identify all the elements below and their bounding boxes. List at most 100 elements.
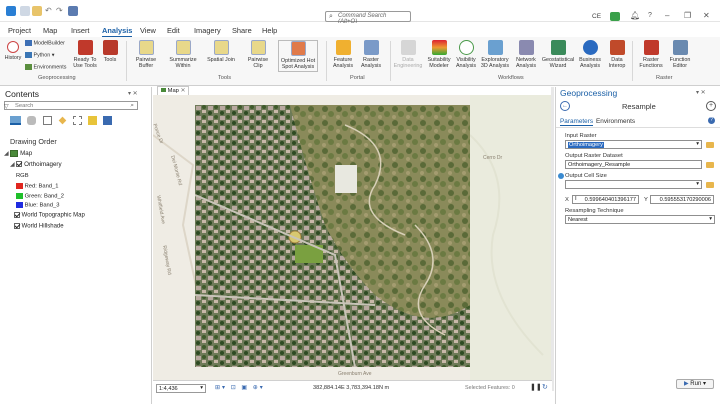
resampling-technique-dropdown[interactable]: Nearest ▾	[565, 215, 715, 224]
save-icon[interactable]	[68, 6, 78, 16]
layer-world-topographic-map[interactable]: World Topographic Map	[14, 212, 85, 219]
play-icon: ▶	[684, 381, 689, 387]
layer-visibility-checkbox[interactable]	[14, 223, 20, 229]
tab-view[interactable]: View	[140, 26, 156, 35]
optimized-hot-spot-button[interactable]: Optimized Hot Spot Analysis	[278, 40, 318, 72]
suitability-modeler-button[interactable]: Suitability Modeler	[425, 40, 453, 69]
y-cell-size-input[interactable]: 0.595553170290006	[650, 195, 714, 204]
exploratory-3d-button[interactable]: Exploratory 3D Analysis	[479, 40, 511, 69]
cell-size-dropdown[interactable]: ▾	[565, 180, 702, 189]
restore-button[interactable]: ❐	[684, 11, 691, 20]
tab-parameters[interactable]: Parameters	[560, 118, 594, 126]
refresh-icon[interactable]: ↻	[542, 383, 548, 391]
function-editor-button[interactable]: Function Editor	[667, 40, 693, 69]
map-view[interactable]: Ponce Dr Del Monte Rd Ridgeway Rd Whitfi…	[153, 95, 552, 380]
list-by-labeling-icon[interactable]	[88, 116, 97, 125]
sign-in-badge-icon[interactable]	[610, 12, 620, 21]
layer-visibility-checkbox[interactable]	[14, 212, 20, 218]
browse-folder-icon[interactable]	[706, 182, 714, 188]
layer-visibility-checkbox[interactable]	[16, 161, 23, 168]
feature-analysis-button[interactable]: Feature Analysis	[330, 40, 356, 69]
layer-orthoimagery[interactable]: ◢ Orthoimagery	[10, 161, 62, 168]
ready-to-use-tools-button[interactable]: Ready To Use Tools	[71, 40, 99, 69]
tab-help[interactable]: Help	[262, 26, 277, 35]
tab-project[interactable]: Project	[8, 26, 31, 35]
map-tree-item[interactable]: ◢ Map	[4, 150, 32, 157]
visibility-analysis-button[interactable]: Visibility Analysis	[454, 40, 478, 69]
output-raster-label: Output Raster Dataset	[565, 153, 623, 159]
title-bar: ↶ ↷ ⌕ Command Search (Alt+Q) CE 🔔︎ ? – ❐…	[0, 0, 720, 25]
command-search-input[interactable]: ⌕ Command Search (Alt+Q)	[325, 11, 411, 25]
list-by-perspective-icon[interactable]	[103, 116, 112, 125]
environments-button[interactable]: Environments	[25, 64, 66, 70]
info-icon	[558, 173, 564, 179]
back-button[interactable]: ←	[560, 101, 570, 111]
notification-icon[interactable]: 🔔︎	[630, 11, 640, 20]
collapse-icon[interactable]: ◢	[10, 162, 15, 168]
tab-map[interactable]: Map	[43, 26, 57, 35]
scale-selector[interactable]: 1:4,436 ▾	[156, 384, 206, 393]
pane-options-icon[interactable]: ▾ ✕	[696, 89, 706, 96]
list-by-source-icon[interactable]	[27, 116, 36, 125]
redo-icon[interactable]: ↷	[56, 6, 66, 16]
map-view-tab[interactable]: Map ✕	[157, 86, 189, 95]
pause-icon[interactable]: ❚❚	[530, 383, 542, 391]
coordinate-readout: 382,884.14E 3,783,394.18N m	[313, 385, 390, 391]
nav-tools[interactable]: ⊞▾ ⊡ ▣ ⊕▾	[215, 384, 265, 391]
street-label: Cerro Dr	[483, 155, 503, 161]
spatial-join-button[interactable]: Spatial Join	[207, 40, 235, 63]
tab-edit[interactable]: Edit	[167, 26, 180, 35]
data-interop-button[interactable]: Data Interop	[605, 40, 629, 69]
help-icon[interactable]: ?	[708, 117, 715, 124]
list-by-editing-icon[interactable]	[58, 116, 67, 125]
add-button[interactable]: +	[706, 101, 716, 111]
raster-functions-button[interactable]: Raster Functions	[636, 40, 666, 69]
raster-analysis-button[interactable]: Raster Analysis	[358, 40, 384, 69]
undo-icon[interactable]: ↶	[45, 6, 55, 16]
new-project-icon[interactable]	[20, 6, 30, 16]
input-raster-dropdown[interactable]: Orthoimagery ▾	[565, 140, 702, 149]
geostatistical-wizard-button[interactable]: Geostatistical Wizard	[540, 40, 576, 69]
open-icon[interactable]	[32, 6, 42, 16]
history-button[interactable]: History	[2, 41, 24, 61]
modelbuilder-button[interactable]: ModelBuilder	[25, 40, 65, 46]
layer-world-hillshade[interactable]: World Hillshade	[14, 223, 64, 230]
list-by-snapping-icon[interactable]	[73, 116, 82, 125]
x-cell-size-input[interactable]: I 0.599640401396177	[572, 195, 639, 204]
summarize-within-icon	[175, 40, 191, 55]
imagery-render	[195, 105, 470, 367]
summarize-within-button[interactable]: Summarize Within	[167, 40, 199, 69]
list-by-drawing-order-icon[interactable]	[10, 116, 21, 125]
list-by-selection-icon[interactable]	[43, 116, 52, 125]
hot-spot-icon	[290, 41, 306, 56]
tab-imagery[interactable]: Imagery	[194, 26, 221, 35]
pin-icon[interactable]: ▾ ✕	[128, 90, 138, 97]
collapse-icon[interactable]: ◢	[4, 151, 9, 157]
network-analysis-button[interactable]: Network Analysis	[513, 40, 539, 69]
close-button[interactable]: ✕	[703, 11, 710, 20]
help-button[interactable]: ?	[648, 12, 652, 19]
run-button[interactable]: ▶ Run ▾	[676, 379, 714, 389]
tab-insert[interactable]: Insert	[71, 26, 89, 35]
browse-folder-icon[interactable]	[706, 142, 714, 148]
business-analysis-button[interactable]: Business Analysis	[577, 40, 603, 69]
contents-search-input[interactable]: Search ⌕	[4, 101, 138, 110]
pairwise-clip-button[interactable]: Pairwise Clip	[243, 40, 273, 69]
orthoimagery-raster	[195, 105, 470, 367]
browse-folder-icon[interactable]	[706, 162, 714, 168]
user-initials[interactable]: CE	[592, 13, 601, 20]
python-button[interactable]: Python ▾	[25, 52, 55, 58]
close-tab-icon[interactable]: ✕	[181, 88, 186, 94]
tab-share[interactable]: Share	[232, 26, 252, 35]
minimize-button[interactable]: –	[665, 11, 669, 20]
spatial-join-icon	[213, 40, 229, 55]
history-icon	[7, 41, 19, 53]
pairwise-buffer-button[interactable]: Pairwise Buffer	[131, 40, 161, 69]
tab-environments[interactable]: Environments	[596, 118, 635, 125]
group-label-workflows: Workflows	[498, 75, 524, 81]
pairwise-clip-icon	[250, 40, 266, 55]
filter-icon[interactable]: ▽	[4, 103, 9, 110]
output-raster-field[interactable]: Orthoimagery_Resample	[565, 160, 702, 169]
data-engineering-button[interactable]: Data Engineering	[393, 40, 423, 69]
tools-button[interactable]: Tools	[100, 40, 120, 63]
